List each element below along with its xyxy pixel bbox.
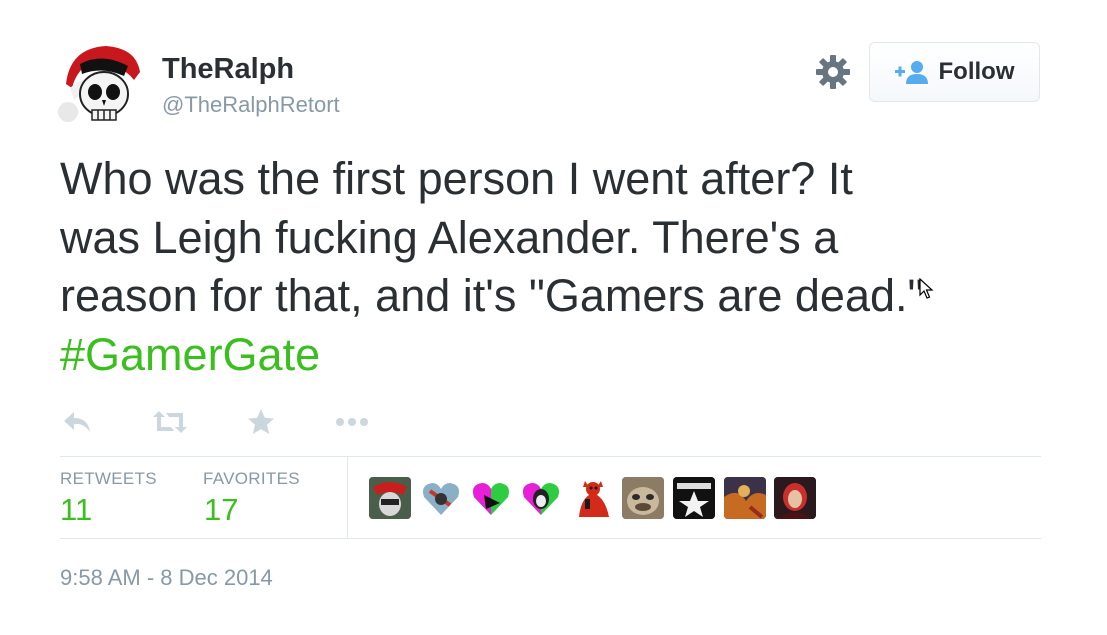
tweet-text-line: Who was the first person I went after? I… bbox=[60, 153, 853, 204]
tweet-text-line: was Leigh fucking Alexander. There's a bbox=[60, 211, 839, 263]
add-user-icon bbox=[894, 61, 928, 84]
user-display-name[interactable]: TheRalph bbox=[162, 53, 294, 86]
favorites-label[interactable]: FAVORITES bbox=[203, 469, 300, 489]
tweet-text: Who was the first person I went after? I… bbox=[60, 150, 1060, 384]
retweets-count[interactable]: 11 bbox=[60, 492, 92, 528]
retweet-icon[interactable] bbox=[150, 402, 190, 442]
follow-button[interactable]: Follow bbox=[869, 42, 1040, 102]
favoriter-avatar[interactable] bbox=[571, 477, 613, 519]
hashtag-link[interactable]: #GamerGate bbox=[60, 326, 1060, 385]
user-handle[interactable]: @TheRalphRetort bbox=[162, 92, 340, 118]
gear-icon[interactable] bbox=[813, 52, 853, 92]
reply-icon[interactable] bbox=[58, 402, 98, 442]
divider bbox=[60, 456, 1041, 457]
favorite-icon[interactable] bbox=[241, 402, 281, 442]
follow-button-label: Follow bbox=[938, 58, 1015, 85]
favoriter-avatar[interactable] bbox=[470, 477, 512, 519]
favoriter-avatar[interactable] bbox=[520, 477, 562, 519]
retweets-label[interactable]: RETWEETS bbox=[60, 469, 157, 489]
tweet-timestamp[interactable]: 9:58 AM - 8 Dec 2014 bbox=[60, 565, 273, 591]
user-avatar[interactable] bbox=[58, 42, 146, 130]
favoriter-avatar[interactable] bbox=[420, 477, 462, 519]
favoriter-avatar[interactable] bbox=[673, 477, 715, 519]
stats-divider bbox=[347, 457, 348, 538]
favoriter-avatar[interactable] bbox=[369, 477, 411, 519]
favoriter-avatar[interactable] bbox=[622, 477, 664, 519]
favorites-count[interactable]: 17 bbox=[204, 492, 238, 528]
favoriter-avatar[interactable] bbox=[724, 477, 766, 519]
tweet-text-line: reason for that, and it's "Gamers are de… bbox=[60, 270, 924, 321]
mouse-cursor-icon bbox=[919, 277, 935, 300]
favoriter-avatar[interactable] bbox=[774, 477, 816, 519]
divider bbox=[60, 538, 1041, 539]
more-icon[interactable] bbox=[332, 402, 372, 442]
skull-santa-avatar-icon bbox=[58, 42, 146, 130]
